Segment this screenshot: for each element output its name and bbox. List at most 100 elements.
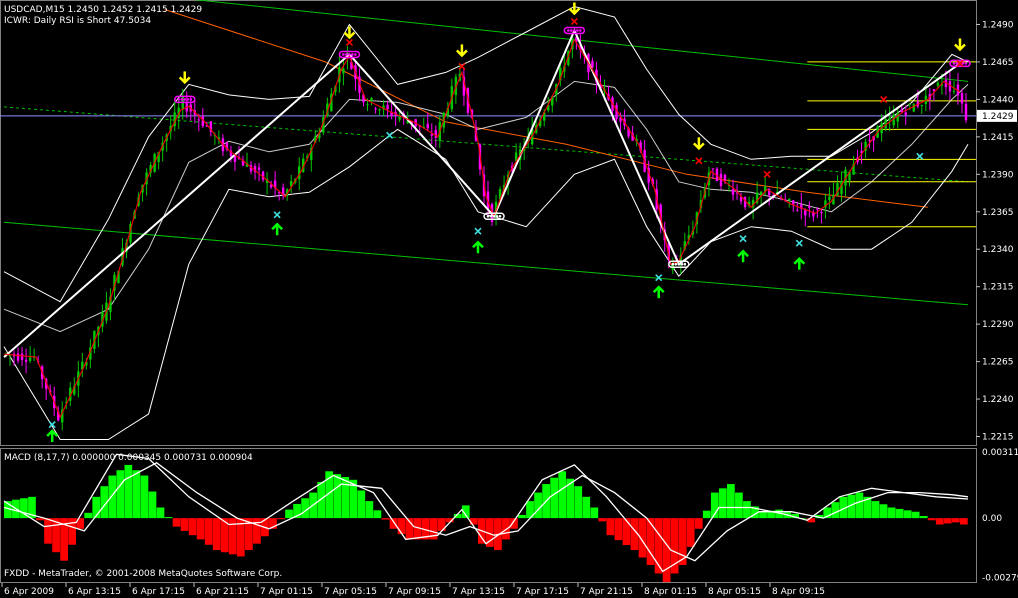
macd-tick-label: 0.00 bbox=[982, 514, 1002, 524]
macd-histogram-bar bbox=[172, 518, 181, 527]
candle-body bbox=[904, 112, 907, 116]
macd-histogram-bar bbox=[188, 518, 197, 536]
price-axis: 1.2490 1.2465 1.2440 1.2415 1.2390 1.2365 1.23… bbox=[976, 20, 1018, 584]
time-tick-label: 8 Apr 05:15 bbox=[708, 587, 761, 597]
buy-arrow-icon bbox=[652, 285, 665, 299]
macd-tick-label: 0.00311 bbox=[982, 448, 1018, 458]
swing-high-ring bbox=[174, 95, 196, 104]
macd-histogram-bar bbox=[108, 475, 117, 519]
sell-cross-icon bbox=[695, 157, 703, 165]
time-tick-label: 6 Apr 2009 bbox=[4, 587, 54, 597]
candle-body bbox=[28, 357, 32, 361]
candle-body bbox=[16, 353, 20, 361]
candle-body bbox=[908, 103, 911, 105]
price-tick-label: 1.2240 bbox=[982, 395, 1014, 405]
sell-cross-icon bbox=[570, 17, 578, 26]
macd-histogram-bar bbox=[84, 512, 93, 519]
macd-histogram-bar bbox=[373, 510, 382, 519]
time-axis: 6 Apr 2009 6 Apr 13:15 6 Apr 17:15 6 Apr 21… bbox=[1, 583, 825, 597]
macd-histogram-bar bbox=[180, 518, 189, 531]
candle-body bbox=[808, 205, 811, 208]
candle-body bbox=[197, 119, 201, 121]
candle-body bbox=[386, 104, 389, 110]
indicator-label: ICWR: Daily RSI is Short 47.5034 bbox=[4, 16, 151, 26]
candle-body bbox=[591, 60, 594, 68]
macd-histogram-bar bbox=[622, 518, 631, 546]
candle-body bbox=[900, 109, 903, 112]
sell-arrow-icon bbox=[692, 137, 705, 151]
macd-histogram-bar bbox=[341, 476, 350, 519]
macd-histogram-bar bbox=[686, 518, 695, 547]
time-tick-label: 7 Apr 21:15 bbox=[580, 587, 633, 597]
price-tick-label: 1.2315 bbox=[982, 283, 1014, 293]
price-tick-label: 1.2365 bbox=[982, 208, 1014, 218]
macd-histogram-bar bbox=[36, 518, 44, 521]
candle-body bbox=[398, 116, 401, 120]
macd-header: MACD (8,17,7) 0.000000 0.000345 0.000731… bbox=[4, 453, 253, 463]
candle-body bbox=[816, 208, 819, 210]
price-tick-label: 1.2290 bbox=[982, 320, 1014, 330]
macd-histogram-bar bbox=[317, 481, 326, 519]
macd-histogram-bar bbox=[365, 501, 374, 519]
macd-histogram-bar bbox=[903, 510, 912, 519]
macd-histogram-bar bbox=[204, 518, 213, 545]
candle-body bbox=[731, 188, 735, 195]
candle-body bbox=[430, 134, 433, 136]
price-tick-label: 1.2390 bbox=[982, 170, 1014, 180]
macd-histogram-bar bbox=[550, 477, 558, 519]
candle-body bbox=[723, 174, 727, 181]
macd-histogram-bar bbox=[285, 509, 293, 519]
candle-body bbox=[888, 117, 891, 120]
macd-histogram-bar bbox=[702, 510, 711, 519]
price-tick-label: 1.2340 bbox=[982, 245, 1014, 255]
candle-body bbox=[796, 210, 799, 212]
sell-arrow-icon bbox=[456, 44, 468, 58]
macd-histogram-bar bbox=[156, 507, 165, 519]
macd-histogram-bar bbox=[694, 518, 703, 529]
macd-histogram-bar bbox=[831, 502, 840, 519]
macd-histogram-bar bbox=[124, 464, 133, 519]
chart-canvas[interactable]: 1.2490 1.2465 1.2440 1.2415 1.2390 1.2365 1.23… bbox=[0, 0, 1018, 598]
macd-histogram-bar bbox=[132, 470, 141, 519]
candle-body bbox=[374, 108, 377, 110]
candle-body bbox=[932, 89, 936, 91]
time-tick-label: 8 Apr 01:15 bbox=[644, 587, 697, 597]
bollinger-bands bbox=[3, 5, 969, 440]
candle-body bbox=[820, 212, 823, 214]
candle-body bbox=[378, 109, 381, 111]
macd-histogram-bar bbox=[389, 518, 398, 529]
zigzag-leg bbox=[3, 55, 350, 419]
macd-histogram-bar bbox=[582, 496, 591, 519]
buy-cross-icon bbox=[386, 131, 394, 139]
macd-histogram-bar bbox=[534, 492, 542, 519]
macd-histogram-bar bbox=[510, 518, 518, 529]
buy-arrow-icon bbox=[271, 222, 284, 236]
macd-histogram-bar bbox=[518, 514, 526, 519]
macd-histogram-bar bbox=[743, 501, 751, 519]
buy-cross-icon bbox=[916, 152, 924, 160]
price-tick-label: 1.2490 bbox=[982, 20, 1014, 30]
macd-histogram-bar bbox=[196, 518, 205, 540]
symbol-header: USDCAD,M15 1.2450 1.2452 1.2415 1.2429 bbox=[4, 5, 202, 15]
buy-arrow-icon bbox=[472, 240, 484, 254]
macd-histogram-bar bbox=[606, 518, 615, 536]
macd-histogram-bar bbox=[277, 518, 285, 520]
time-tick-label: 6 Apr 21:15 bbox=[196, 587, 249, 597]
macd-histogram-bar bbox=[727, 484, 735, 519]
time-tick-label: 6 Apr 17:15 bbox=[132, 587, 185, 597]
price-tick-label: 1.2215 bbox=[982, 433, 1014, 443]
channel-line bbox=[3, 106, 969, 183]
sell-cross-icon bbox=[763, 170, 771, 178]
time-tick-label: 7 Apr 13:15 bbox=[452, 587, 505, 597]
buy-arrow-icon bbox=[737, 249, 749, 263]
macd-histogram-bar bbox=[935, 518, 944, 525]
macd-histogram-bar bbox=[911, 511, 920, 519]
buy-cross-icon bbox=[474, 227, 482, 235]
macd-histogram-bar bbox=[381, 518, 390, 520]
metatrader-chart-window[interactable]: 1.2490 1.2465 1.2440 1.2415 1.2390 1.2365 1.23… bbox=[0, 0, 1018, 598]
time-tick-label: 7 Apr 17:15 bbox=[516, 587, 569, 597]
signal-markers bbox=[46, 2, 966, 443]
channel-line bbox=[3, 221, 969, 306]
macd-histogram-bar bbox=[148, 491, 157, 519]
macd-histogram-bar bbox=[357, 490, 366, 519]
